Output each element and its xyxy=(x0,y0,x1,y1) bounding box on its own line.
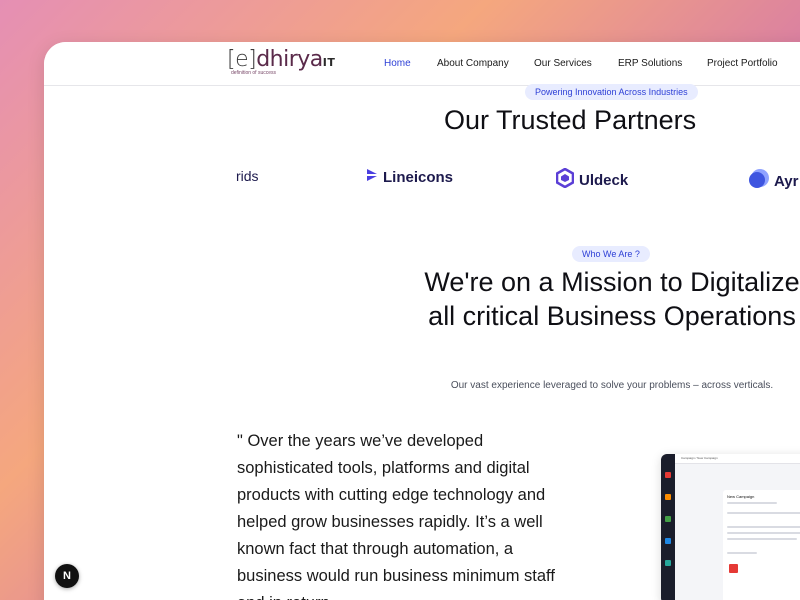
nav-our-services[interactable]: Our Services xyxy=(534,58,592,69)
preview-topbar: Campaign / New Campaign xyxy=(675,454,800,464)
preview-line xyxy=(727,532,800,534)
preview-nav-icon xyxy=(665,472,671,478)
preview-attachment-icon xyxy=(729,564,738,573)
nav-about-company[interactable]: About Company xyxy=(437,58,509,69)
preview-line xyxy=(727,512,800,514)
partner-logo-ayr: Ayr xyxy=(747,168,798,195)
preview-nav-icon xyxy=(665,516,671,522)
preview-card-title: New Campaign xyxy=(727,494,755,499)
lineicons-icon xyxy=(366,168,378,187)
preview-line xyxy=(727,538,797,540)
nav-project-portfolio[interactable]: Project Portfolio xyxy=(707,58,778,69)
circle-icon xyxy=(747,168,769,195)
partner-name: rids xyxy=(236,168,259,184)
preview-sidebar xyxy=(661,454,675,600)
brand-logo[interactable]: [e]dhiryaIT definition of success xyxy=(227,49,335,77)
dashboard-preview-image: Campaign / New Campaign New Campaign xyxy=(661,454,800,600)
hexagon-icon xyxy=(555,167,575,193)
site-header: [e]dhiryaIT definition of success Home A… xyxy=(44,42,800,86)
preview-line xyxy=(727,502,777,504)
preview-nav-icon xyxy=(665,494,671,500)
mission-subtitle: Our vast experience leveraged to solve y… xyxy=(450,380,774,391)
logo-tagline: definition of success xyxy=(231,70,277,76)
preview-nav-icon xyxy=(665,560,671,566)
preview-line xyxy=(727,526,800,528)
about-quote: " Over the years we’ve developed sophist… xyxy=(237,432,555,600)
nav-home[interactable]: Home xyxy=(384,58,411,69)
preview-breadcrumb: Campaign / New Campaign xyxy=(681,456,718,460)
partner-name: Ayr xyxy=(774,173,799,190)
partners-badge: Powering Innovation Across Industries xyxy=(525,84,698,100)
who-we-are-badge: Who We Are ? xyxy=(572,246,650,262)
preview-card: New Campaign xyxy=(723,490,800,600)
partner-name: Uldeck xyxy=(579,172,629,189)
preview-nav-icon xyxy=(665,538,671,544)
partner-logo-uldeck: Uldeck xyxy=(555,167,629,193)
partner-logo-lineicons: Lineicons xyxy=(366,168,453,187)
preview-line xyxy=(727,552,757,554)
dev-tools-badge[interactable]: N xyxy=(55,564,79,588)
browser-window: [e]dhiryaIT definition of success Home A… xyxy=(44,42,800,600)
partner-logo-rids: rids xyxy=(236,168,259,184)
partners-title: Our Trusted Partners xyxy=(444,105,697,135)
nav-erp-solutions[interactable]: ERP Solutions xyxy=(618,58,682,69)
mission-title: We're on a Mission to Digitalize all cri… xyxy=(424,267,800,331)
partner-name: Lineicons xyxy=(383,169,454,186)
